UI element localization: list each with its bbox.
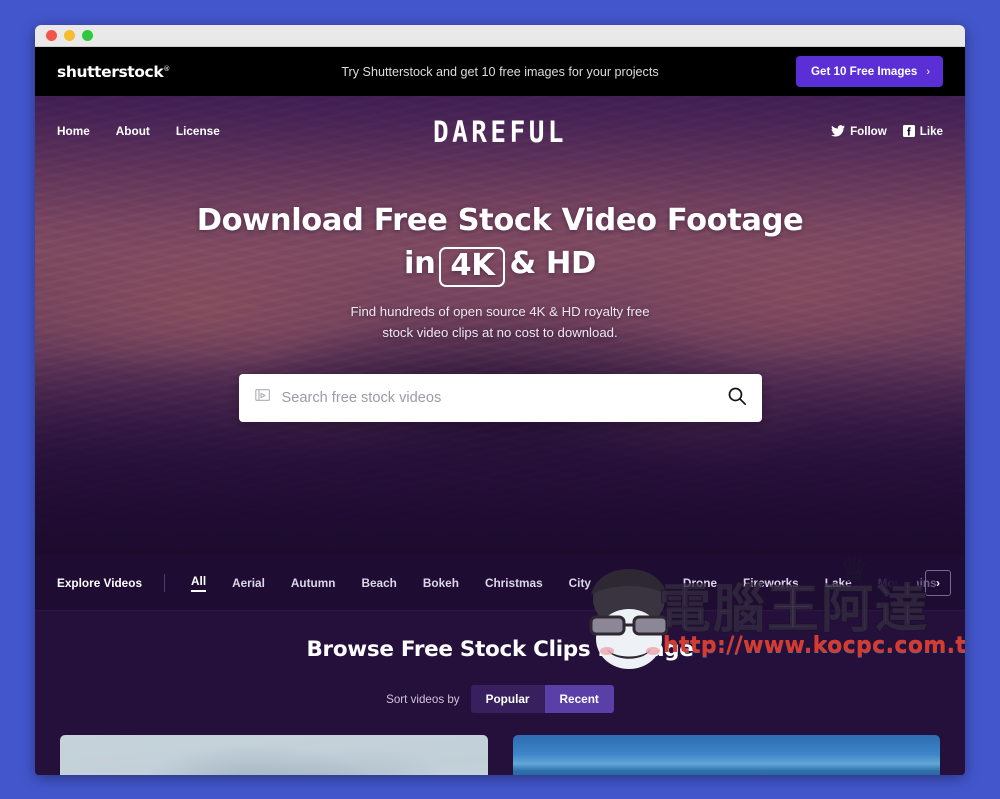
browse-section: Browse Free Stock Clips Footage Sort vid… bbox=[35, 552, 965, 775]
nav-links: Home About License bbox=[57, 124, 220, 138]
category-clouds[interactable]: Clouds bbox=[617, 576, 657, 590]
category-list: All Aerial Autumn Beach Bokeh Christmas … bbox=[191, 574, 965, 592]
category-lake[interactable]: Lake bbox=[825, 576, 852, 590]
hero-search-area bbox=[35, 373, 965, 422]
headline-line-2: in 4K & HD bbox=[35, 244, 965, 288]
shutterstock-logo[interactable]: shutterstock® bbox=[57, 63, 170, 81]
browser-window: shutterstock® Try Shutterstock and get 1… bbox=[35, 25, 965, 775]
search-bar[interactable] bbox=[238, 373, 762, 422]
headline-tail: & HD bbox=[509, 246, 596, 282]
hero-section: Home About License DAREFUL Follow Like D… bbox=[35, 96, 965, 555]
category-christmas[interactable]: Christmas bbox=[485, 576, 543, 590]
page-content: shutterstock® Try Shutterstock and get 1… bbox=[35, 47, 965, 775]
category-beach[interactable]: Beach bbox=[361, 576, 396, 590]
twitter-follow-label: Follow bbox=[850, 124, 887, 138]
registered-mark-icon: ® bbox=[163, 64, 170, 73]
window-titlebar bbox=[35, 25, 965, 47]
site-navigation: Home About License DAREFUL Follow Like bbox=[35, 96, 965, 150]
category-aerial[interactable]: Aerial bbox=[232, 576, 265, 590]
explore-videos-label: Explore Videos bbox=[57, 575, 143, 590]
video-thumbnail-aerial-coastline[interactable] bbox=[512, 735, 940, 775]
sort-popular-button[interactable]: Popular bbox=[470, 685, 545, 713]
close-window-button[interactable] bbox=[46, 30, 57, 41]
sort-recent-button[interactable]: Recent bbox=[544, 685, 614, 713]
sort-label: Sort videos by bbox=[386, 692, 460, 706]
sort-controls: Sort videos by Popular Recent bbox=[35, 685, 965, 713]
headline-in-word: in bbox=[404, 246, 436, 282]
resolution-badge-4k: 4K bbox=[439, 247, 506, 288]
search-submit-button[interactable] bbox=[727, 386, 747, 409]
nav-item-about[interactable]: About bbox=[116, 124, 150, 138]
nav-item-license[interactable]: License bbox=[176, 124, 220, 138]
category-drone[interactable]: Drone bbox=[683, 576, 717, 590]
category-autumn[interactable]: Autumn bbox=[291, 576, 336, 590]
minimize-window-button[interactable] bbox=[64, 30, 75, 41]
video-thumbnail-sky-clouds[interactable] bbox=[60, 735, 488, 775]
category-all[interactable]: All bbox=[191, 574, 207, 592]
category-city[interactable]: City bbox=[569, 576, 591, 590]
subheadline-line-2: stock video clips at no cost to download… bbox=[382, 325, 618, 341]
twitter-icon bbox=[831, 125, 846, 137]
facebook-like-label: Like bbox=[919, 124, 943, 138]
hero-subheadline: Find hundreds of open source 4K & HD roy… bbox=[35, 301, 965, 344]
category-bar: Explore Videos All Aerial Autumn Beach B… bbox=[35, 555, 965, 611]
maximize-window-button[interactable] bbox=[82, 30, 93, 41]
subheadline-line-1: Find hundreds of open source 4K & HD roy… bbox=[350, 304, 650, 320]
facebook-like-link[interactable]: Like bbox=[902, 124, 943, 138]
headline-line-1: Download Free Stock Video Footage bbox=[196, 203, 804, 238]
category-divider bbox=[164, 573, 166, 592]
search-icon bbox=[727, 386, 747, 409]
video-icon bbox=[254, 388, 271, 407]
get-free-images-button[interactable]: Get 10 Free Images › bbox=[795, 56, 943, 87]
promo-button-label: Get 10 Free Images bbox=[810, 65, 918, 78]
twitter-follow-link[interactable]: Follow bbox=[831, 125, 887, 138]
sort-toggle-group: Popular Recent bbox=[470, 685, 614, 713]
shutterstock-logo-text: shutterstock bbox=[57, 62, 164, 81]
nav-item-home[interactable]: Home bbox=[57, 124, 90, 138]
category-bokeh[interactable]: Bokeh bbox=[423, 576, 459, 590]
search-input[interactable] bbox=[281, 389, 716, 406]
browse-title: Browse Free Stock Clips Footage bbox=[306, 637, 694, 662]
video-grid bbox=[35, 735, 965, 775]
category-next-button[interactable]: › bbox=[925, 569, 951, 596]
facebook-icon bbox=[902, 125, 915, 137]
site-logo-text: DAREFUL bbox=[432, 116, 568, 150]
social-links: Follow Like bbox=[831, 125, 943, 138]
shutterstock-promo-bar: shutterstock® Try Shutterstock and get 1… bbox=[35, 47, 965, 96]
chevron-right-icon: › bbox=[926, 65, 930, 78]
category-fireworks[interactable]: Fireworks bbox=[743, 576, 799, 590]
hero-headline: Download Free Stock Video Footage in 4K & … bbox=[35, 201, 965, 288]
